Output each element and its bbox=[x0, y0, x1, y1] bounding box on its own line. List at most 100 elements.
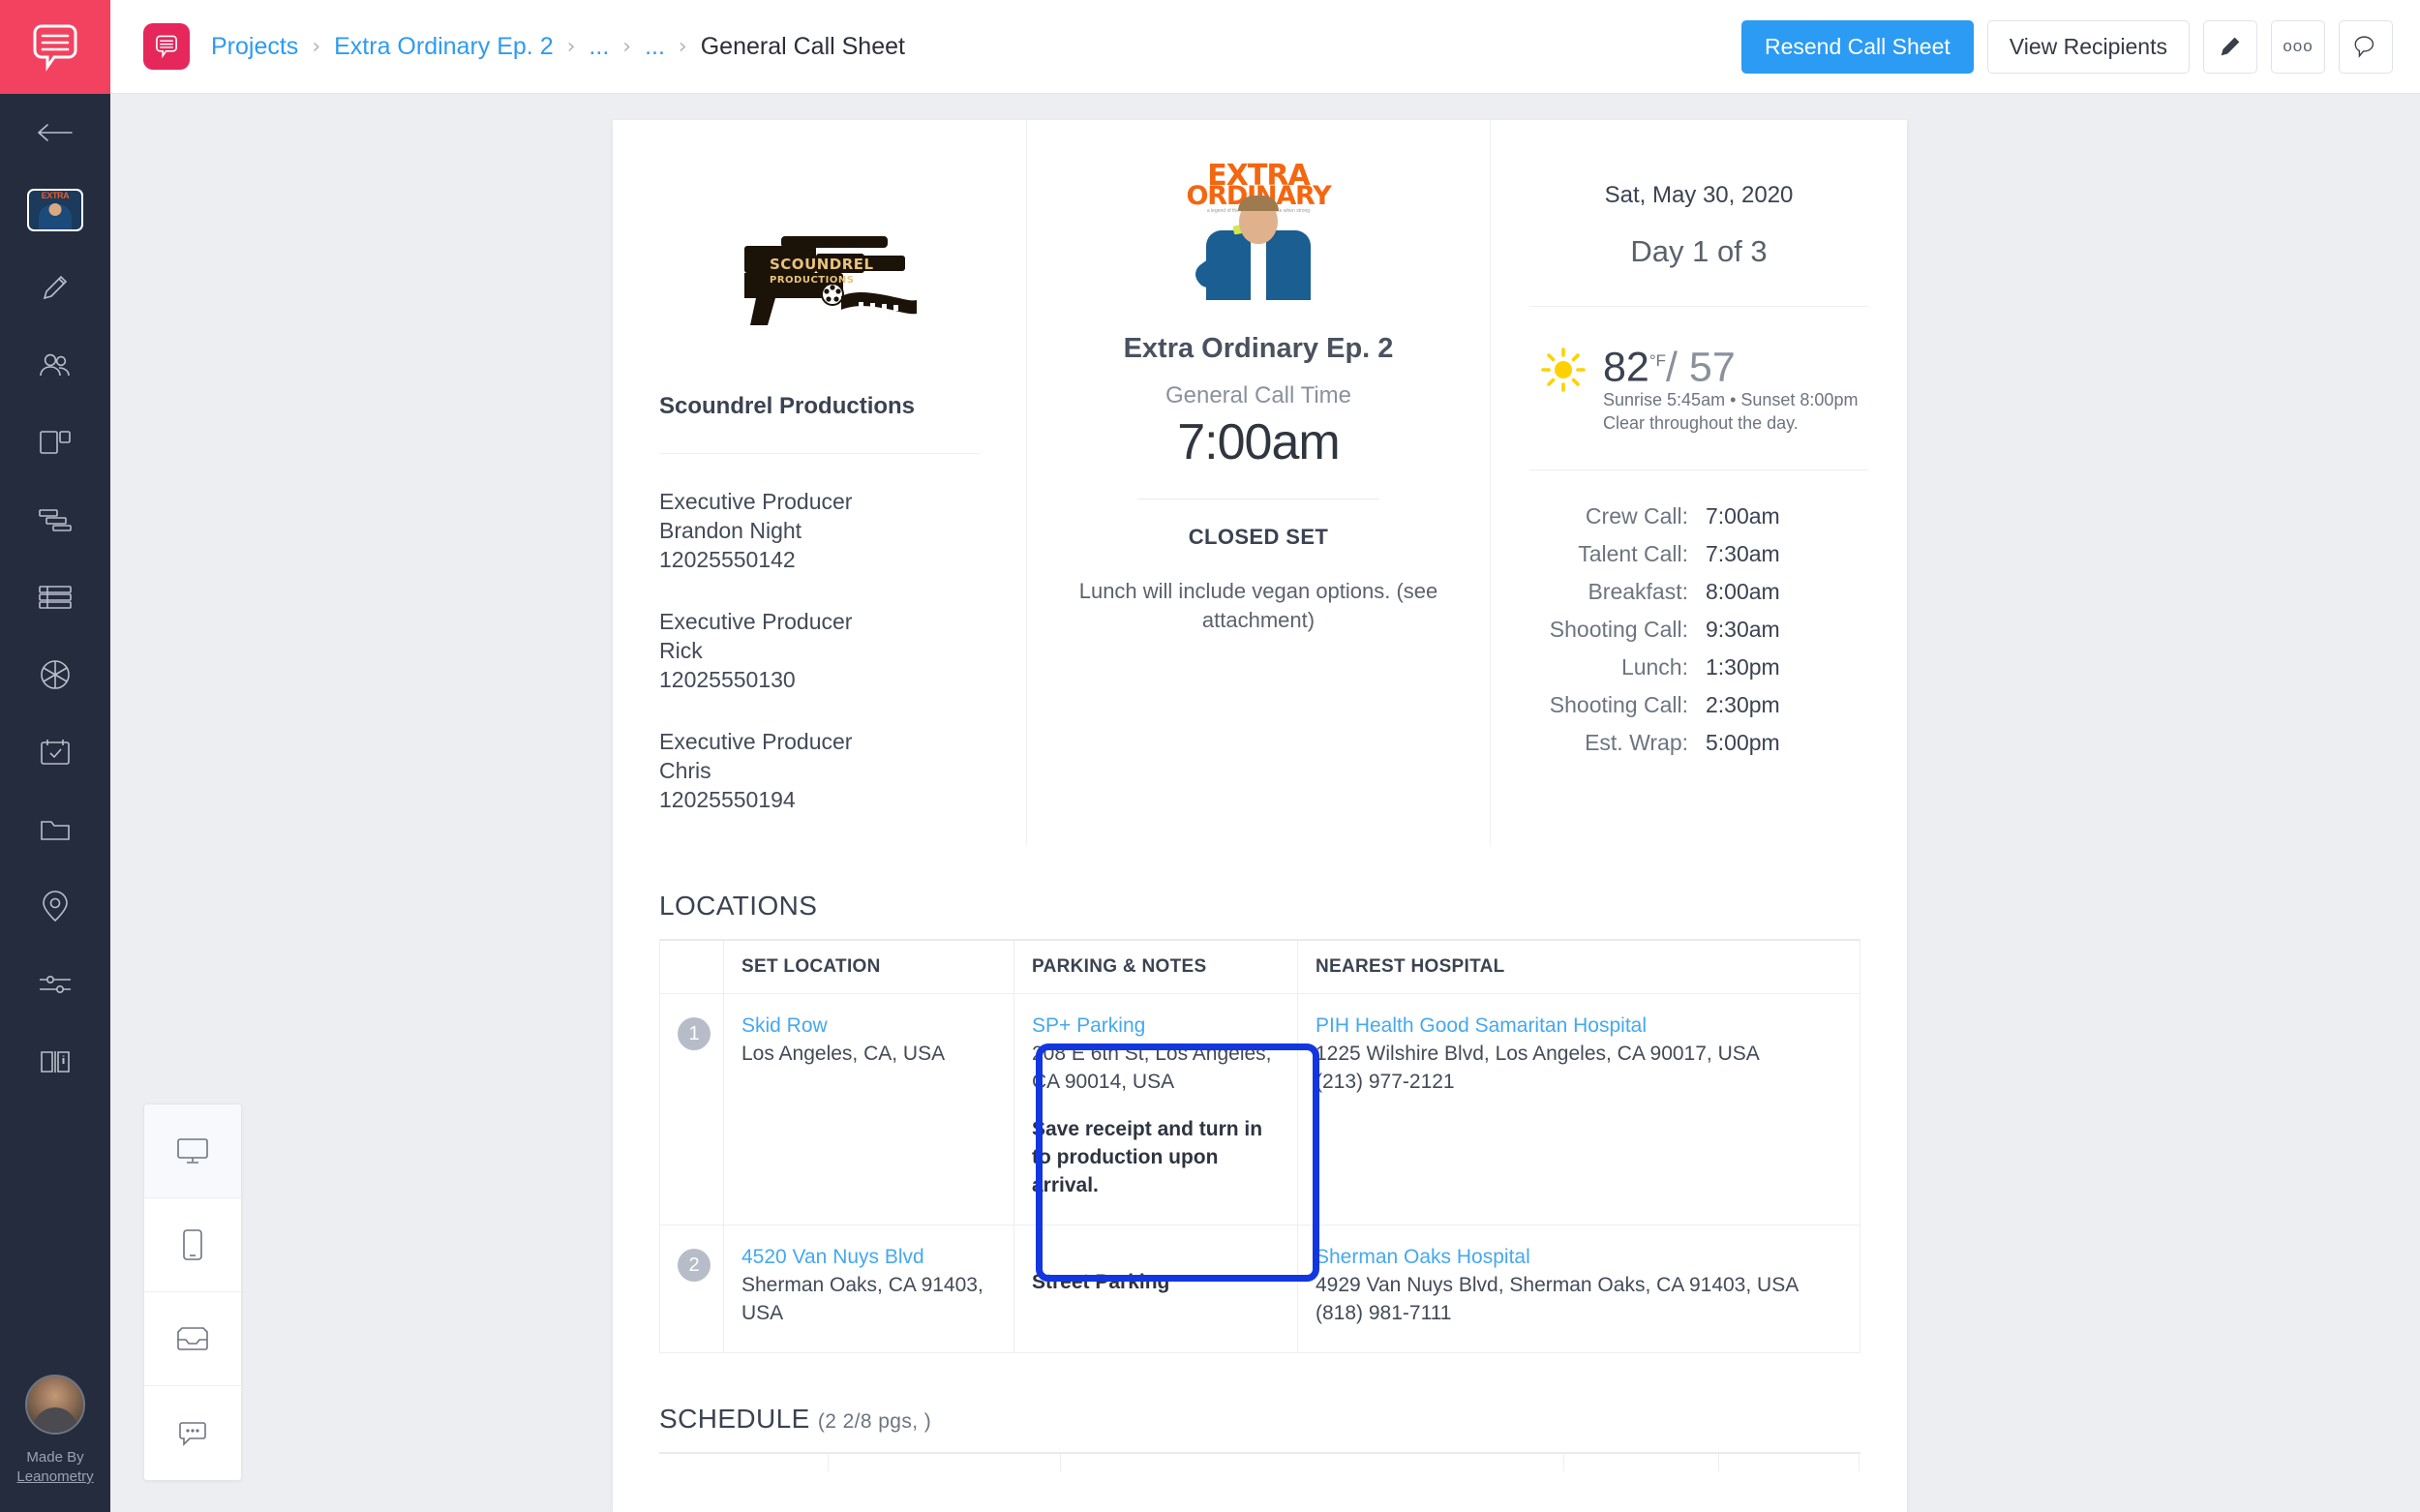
more-dots-icon: ooo bbox=[2283, 37, 2314, 55]
breadcrumb-item-project[interactable]: Extra Ordinary Ep. 2 bbox=[334, 33, 553, 61]
sidebar-item-settings[interactable] bbox=[0, 946, 110, 1023]
call-label: Shooting Call: bbox=[1549, 617, 1688, 643]
call-value: 7:30am bbox=[1706, 541, 1780, 567]
view-recipients-button[interactable]: View Recipients bbox=[1986, 19, 2190, 74]
layout-icon bbox=[40, 431, 71, 454]
comment-icon bbox=[2354, 36, 2375, 58]
hospital-link[interactable]: Sherman Oaks Hospital bbox=[1316, 1243, 1844, 1271]
call-time-column: EXTRA ORDINARY a legend of the ordinary … bbox=[1026, 120, 1491, 846]
call-label: Breakfast: bbox=[1588, 579, 1688, 605]
call-label: Lunch: bbox=[1620, 654, 1688, 680]
contact-role: Executive Producer bbox=[659, 489, 853, 514]
breadcrumb-item-ellipsis-1[interactable]: ... bbox=[589, 33, 609, 61]
view-inbox-button[interactable] bbox=[144, 1292, 241, 1386]
breadcrumb-separator: › bbox=[312, 34, 321, 59]
sliders-icon bbox=[40, 976, 71, 994]
set-location-address: Sherman Oaks, CA 91403, USA bbox=[741, 1274, 983, 1324]
call-time-row: Shooting Call: 2:30pm bbox=[1529, 686, 1868, 724]
breadcrumb-item-ellipsis-2[interactable]: ... bbox=[645, 33, 665, 61]
edit-button[interactable] bbox=[2203, 19, 2257, 74]
call-times-list: Crew Call: 7:00am Talent Call: 7:30am Br… bbox=[1529, 498, 1868, 762]
calendar-check-icon bbox=[41, 740, 70, 765]
contact-block: Executive Producer Rick 12025550130 bbox=[659, 607, 980, 694]
col-header-hospital: NEAREST HOSPITAL bbox=[1297, 939, 1860, 994]
call-time-row: Talent Call: 7:30am bbox=[1529, 535, 1868, 573]
hospital-cell: PIH Health Good Samaritan Hospital 1225 … bbox=[1297, 993, 1860, 1225]
made-by-credit: Made By Leanometry bbox=[16, 1448, 93, 1487]
temp-low: / 57 bbox=[1666, 344, 1736, 391]
gantt-icon bbox=[39, 509, 72, 531]
sidebar-item-shots[interactable] bbox=[0, 636, 110, 713]
sidebar-item-team[interactable] bbox=[0, 326, 110, 404]
pencil-icon bbox=[2221, 37, 2240, 56]
breadcrumb-separator: › bbox=[622, 34, 632, 59]
view-comments-button[interactable] bbox=[144, 1386, 241, 1480]
breadcrumb-item-projects[interactable]: Projects bbox=[211, 33, 298, 61]
view-desktop-button[interactable] bbox=[144, 1104, 241, 1198]
col-header-num bbox=[659, 939, 724, 994]
sidebar-item-edit[interactable] bbox=[0, 249, 110, 326]
call-label: Crew Call: bbox=[1585, 503, 1688, 529]
view-switcher bbox=[143, 1104, 242, 1481]
made-by-link[interactable]: Leanometry bbox=[16, 1468, 93, 1485]
call-value: 9:30am bbox=[1706, 617, 1780, 643]
breadcrumb-separator: › bbox=[678, 34, 687, 59]
comments-button[interactable] bbox=[2339, 19, 2393, 74]
more-options-button[interactable]: ooo bbox=[2271, 19, 2325, 74]
team-icon bbox=[40, 353, 70, 377]
parking-note: Street Parking bbox=[1032, 1271, 1170, 1293]
contact-name: Chris bbox=[659, 758, 711, 783]
sun-icon bbox=[1541, 348, 1586, 392]
folder-icon bbox=[41, 821, 70, 840]
resend-call-sheet-button[interactable]: Resend Call Sheet bbox=[1740, 19, 1974, 74]
view-mobile-button[interactable] bbox=[144, 1198, 241, 1292]
locations-section: LOCATIONS SET LOCATION PARKING & NOTES N… bbox=[613, 891, 1907, 1353]
call-label: Est. Wrap: bbox=[1585, 730, 1688, 756]
locations-title: LOCATIONS bbox=[659, 891, 818, 921]
shoot-date: Sat, May 30, 2020 bbox=[1604, 182, 1794, 208]
hospital-address: 4929 Van Nuys Blvd, Sherman Oaks, CA 914… bbox=[1316, 1274, 1800, 1296]
contact-name: Brandon Night bbox=[659, 518, 802, 543]
app-logo[interactable] bbox=[0, 0, 110, 94]
parking-cell: SP+ Parking 208 E 6th St, Los Angeles, C… bbox=[1013, 993, 1298, 1225]
row-number-cell: 1 bbox=[659, 993, 724, 1225]
sidebar-item-back[interactable] bbox=[0, 94, 110, 171]
temperature: 82°F/ 57 bbox=[1603, 340, 1858, 388]
sidebar-item-calendar[interactable] bbox=[0, 713, 110, 791]
call-value: 7:00am bbox=[1706, 503, 1780, 529]
schedule-page-count: (2 2/8 pgs, ) bbox=[817, 1410, 932, 1433]
set-location-address: Los Angeles, CA, USA bbox=[741, 1043, 946, 1065]
pin-icon bbox=[43, 891, 68, 922]
set-location-link[interactable]: 4520 Van Nuys Blvd bbox=[741, 1243, 998, 1271]
breadcrumb-item-current: General Call Sheet bbox=[700, 32, 905, 60]
project-badge[interactable] bbox=[143, 23, 190, 70]
avatar[interactable] bbox=[25, 1375, 85, 1435]
weather-condition: Clear throughout the day. bbox=[1603, 413, 1799, 434]
hospital-link[interactable]: PIH Health Good Samaritan Hospital bbox=[1316, 1012, 1844, 1040]
call-label: Shooting Call: bbox=[1549, 692, 1688, 718]
contact-phone: 12025550194 bbox=[659, 787, 796, 812]
sidebar-item-layout[interactable] bbox=[0, 404, 110, 481]
production-company-name: Scoundrel Productions bbox=[659, 393, 980, 454]
call-label: Talent Call: bbox=[1578, 541, 1688, 567]
sidebar-item-stripboard[interactable] bbox=[0, 559, 110, 636]
scoundrel-productions-gun-logo-icon: SCOUNDREL PRODUCTIONS bbox=[743, 236, 917, 325]
parking-note: Save receipt and turn in to production u… bbox=[1032, 1118, 1263, 1196]
parking-cell: Street Parking bbox=[1013, 1225, 1298, 1353]
speech-bubble-icon bbox=[156, 35, 177, 59]
sidebar-item-files[interactable] bbox=[0, 791, 110, 868]
svg-text:PRODUCTIONS: PRODUCTIONS bbox=[770, 275, 854, 286]
sidebar-item-locations[interactable] bbox=[0, 868, 110, 946]
day-of-shoot: Day 1 of 3 bbox=[1630, 234, 1768, 268]
pencil-icon bbox=[43, 275, 68, 300]
sidebar-item-project[interactable]: EXTRA bbox=[0, 171, 110, 249]
schedule-title-text: SCHEDULE bbox=[659, 1404, 810, 1434]
parking-link[interactable]: SP+ Parking bbox=[1032, 1012, 1282, 1040]
sidebar-item-gantt[interactable] bbox=[0, 481, 110, 559]
day-info-column: Sat, May 30, 2020 Day 1 of 3 82°F/ 57 Su… bbox=[1491, 120, 1907, 846]
call-time-row: Shooting Call: 9:30am bbox=[1529, 611, 1868, 649]
sidebar-item-guide[interactable] bbox=[0, 1023, 110, 1101]
set-location-link[interactable]: Skid Row bbox=[741, 1012, 998, 1040]
show-title: Extra Ordinary Ep. 2 bbox=[1123, 333, 1394, 364]
temp-high: 82 bbox=[1603, 344, 1649, 391]
